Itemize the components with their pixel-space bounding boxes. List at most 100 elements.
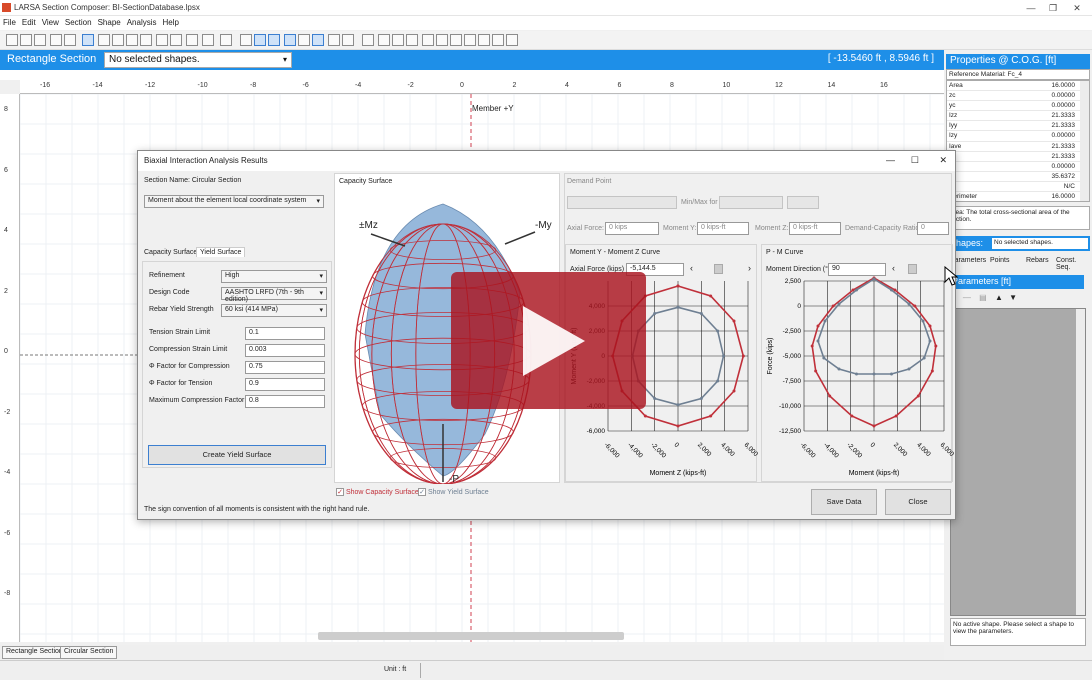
move-down-icon[interactable]: ▼ bbox=[1009, 293, 1017, 302]
property-row[interactable]: Area 16.0000 bbox=[947, 81, 1089, 92]
list-icon[interactable]: ▤ bbox=[979, 293, 987, 302]
video-play-button[interactable] bbox=[451, 272, 646, 409]
mirror-icon[interactable] bbox=[436, 34, 448, 46]
snap-grid-icon[interactable] bbox=[254, 34, 266, 46]
align-left-icon[interactable] bbox=[362, 34, 374, 46]
edit-icon[interactable] bbox=[220, 34, 232, 46]
label-icon[interactable] bbox=[328, 34, 340, 46]
snap-icon[interactable] bbox=[202, 34, 214, 46]
tab-capacity-surface[interactable]: Capacity Surface bbox=[144, 249, 197, 256]
menu-shape[interactable]: Shape bbox=[95, 16, 124, 29]
prev-arrow-icon[interactable]: ‹ bbox=[690, 263, 693, 273]
tab-circular-section[interactable]: Circular Section bbox=[60, 646, 118, 659]
close-button[interactable]: Close bbox=[885, 489, 951, 515]
field-combo[interactable]: 60 ksi (414 MPa) ▾ bbox=[221, 304, 327, 317]
tab-const-seq[interactable]: Const. Seq. bbox=[1056, 257, 1090, 271]
tab-rectangle-section[interactable]: Rectangle Section bbox=[2, 646, 67, 659]
minmax-combo[interactable] bbox=[719, 196, 783, 209]
pan-icon[interactable] bbox=[156, 34, 168, 46]
distribute-icon[interactable] bbox=[422, 34, 434, 46]
field-input[interactable]: 0.003 bbox=[245, 344, 325, 357]
property-row[interactable]: N/C bbox=[947, 182, 1089, 193]
material-select[interactable]: Reference Material: Fc_4 bbox=[946, 69, 1090, 80]
zoom-out-icon[interactable] bbox=[112, 34, 124, 46]
minmax-component-combo[interactable] bbox=[787, 196, 819, 209]
align-center-icon[interactable] bbox=[406, 34, 418, 46]
restore-icon[interactable]: ❐ bbox=[1042, 2, 1064, 14]
slider-thumb[interactable] bbox=[714, 264, 723, 274]
new-file-icon[interactable] bbox=[6, 34, 18, 46]
zoom-fit-icon[interactable] bbox=[140, 34, 152, 46]
measure-icon[interactable] bbox=[342, 34, 354, 46]
moment-y-field[interactable]: 0 kips-ft bbox=[697, 222, 749, 235]
property-row[interactable]: Ir21.3333 bbox=[947, 152, 1089, 162]
property-row[interactable]: 0.00000 bbox=[947, 162, 1089, 172]
save-data-button[interactable]: Save Data bbox=[811, 489, 877, 515]
field-input[interactable]: 0.75 bbox=[245, 361, 325, 374]
open-file-icon[interactable] bbox=[20, 34, 32, 46]
property-row[interactable]: Perimeter 16.0000 bbox=[947, 192, 1089, 201]
axis-icon[interactable] bbox=[284, 34, 296, 46]
copy-icon[interactable] bbox=[478, 34, 490, 46]
demand-case-combo[interactable] bbox=[567, 196, 677, 209]
zoom-in-icon[interactable] bbox=[98, 34, 110, 46]
dialog-maximize-icon[interactable]: ☐ bbox=[911, 155, 919, 166]
dialog-minimize-icon[interactable]: — bbox=[886, 155, 895, 165]
dcr-field[interactable]: 0 bbox=[917, 222, 949, 235]
move-up-icon[interactable]: ▲ bbox=[995, 293, 1003, 302]
menu-section[interactable]: Section bbox=[62, 16, 95, 29]
local-axis-icon[interactable] bbox=[298, 34, 310, 46]
prev-arrow-icon[interactable]: ‹ bbox=[892, 263, 895, 273]
next-arrow-icon[interactable]: › bbox=[748, 263, 751, 273]
create-yield-surface-button[interactable]: Create Yield Surface bbox=[148, 445, 326, 465]
redo-icon[interactable] bbox=[64, 34, 76, 46]
shape-icon[interactable] bbox=[492, 34, 504, 46]
menu-view[interactable]: View bbox=[39, 16, 62, 29]
field-combo[interactable]: AASHTO LRFD (7th - 9th edition) ▾ bbox=[221, 287, 327, 303]
menu-help[interactable]: Help bbox=[160, 16, 182, 29]
save-icon[interactable] bbox=[34, 34, 46, 46]
shapes-select[interactable]: No selected shapes. bbox=[992, 238, 1088, 249]
snap-point-icon[interactable] bbox=[268, 34, 280, 46]
array-icon[interactable] bbox=[464, 34, 476, 46]
menu-file[interactable]: File bbox=[0, 16, 19, 29]
rotate-icon[interactable] bbox=[170, 34, 182, 46]
property-row[interactable]: Izz 21.3333 bbox=[947, 111, 1089, 122]
axial-force-field[interactable]: 0 kips bbox=[605, 222, 659, 235]
close-icon[interactable]: ✕ bbox=[1066, 2, 1088, 14]
properties-scrollbar[interactable] bbox=[1080, 81, 1089, 201]
property-row[interactable]: 35.6372 bbox=[947, 172, 1089, 182]
analysis-icon[interactable] bbox=[506, 34, 518, 46]
flip-icon[interactable] bbox=[450, 34, 462, 46]
shape-select-dropdown[interactable]: No selected shapes. ▾ bbox=[104, 52, 292, 68]
horizontal-scrollbar[interactable] bbox=[318, 632, 624, 640]
tab-yield-surface[interactable]: Yield Surface bbox=[196, 247, 246, 257]
slider-thumb[interactable] bbox=[908, 264, 917, 274]
undo-icon[interactable] bbox=[50, 34, 62, 46]
zoom-window-icon[interactable] bbox=[126, 34, 138, 46]
move-icon[interactable] bbox=[186, 34, 198, 46]
property-row[interactable]: Iave 21.3333 bbox=[947, 142, 1089, 152]
grid-icon[interactable] bbox=[240, 34, 252, 46]
dialog-close-icon[interactable]: ✕ bbox=[939, 155, 947, 166]
moment-z-field[interactable]: 0 kips-ft bbox=[789, 222, 841, 235]
moment-system-combo[interactable]: Moment about the element local coordinat… bbox=[144, 195, 324, 208]
field-input[interactable]: 0.1 bbox=[245, 327, 325, 340]
minimize-icon[interactable]: — bbox=[1020, 2, 1042, 14]
show-capacity-checkbox[interactable]: ✓ Show Capacity Surface bbox=[336, 488, 419, 496]
align-top-icon[interactable] bbox=[378, 34, 390, 46]
select-pointer-icon[interactable] bbox=[82, 34, 94, 46]
field-input[interactable]: 0.8 bbox=[245, 395, 325, 408]
property-row[interactable]: Iyy 21.3333 bbox=[947, 121, 1089, 132]
menu-analysis[interactable]: Analysis bbox=[124, 16, 160, 29]
tab-rebars[interactable]: Rebars bbox=[1026, 257, 1049, 264]
show-yield-checkbox[interactable]: ✓ Show Yield Surface bbox=[418, 488, 489, 496]
field-input[interactable]: 0.9 bbox=[245, 378, 325, 391]
align-bottom-icon[interactable] bbox=[392, 34, 404, 46]
menu-edit[interactable]: Edit bbox=[19, 16, 39, 29]
field-combo[interactable]: High ▾ bbox=[221, 270, 327, 283]
parameters-scrollbar[interactable] bbox=[1076, 309, 1085, 615]
property-row[interactable]: Izy 0.00000 bbox=[947, 131, 1089, 142]
dimension-icon[interactable] bbox=[312, 34, 324, 46]
property-row[interactable]: yc 0.00000 bbox=[947, 101, 1089, 112]
